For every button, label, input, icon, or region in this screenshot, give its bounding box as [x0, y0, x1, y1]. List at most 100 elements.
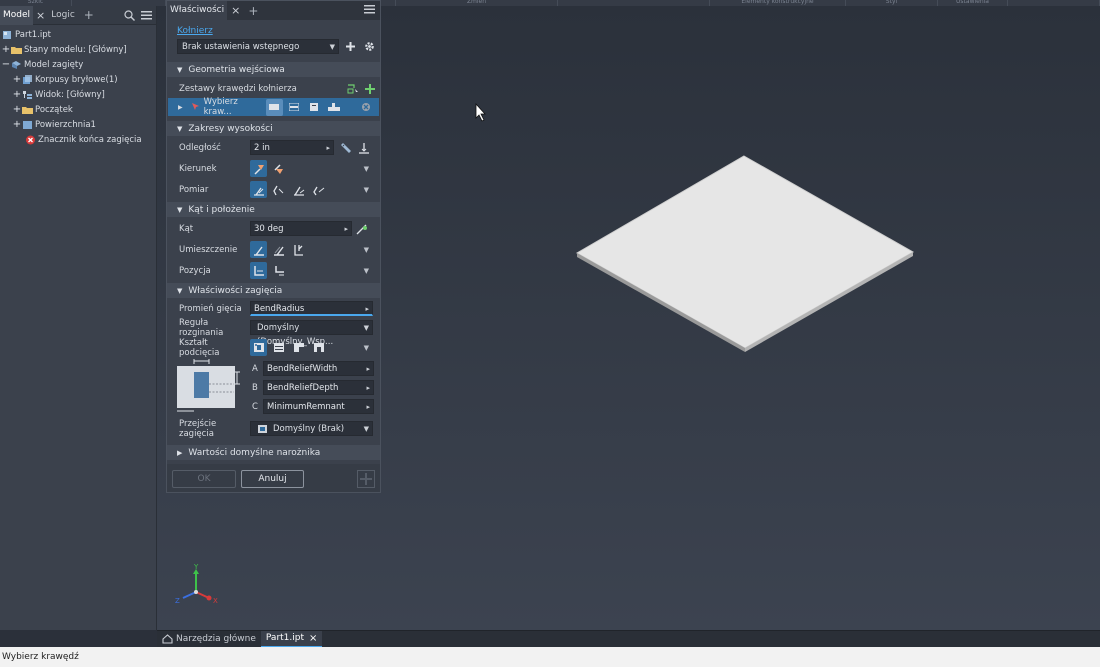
chevron-down-icon[interactable]: ▼	[364, 165, 369, 173]
section-bend-properties[interactable]: ▼ Właściwości zagięcia	[167, 283, 380, 298]
preset-dropdown[interactable]: Brak ustawienia wstępnego ▼	[177, 39, 339, 54]
properties-panel: Właściwości × + Kołnierz Brak ustawienia…	[166, 0, 381, 493]
section-input-geometry[interactable]: ▼ Geometria wejściowa	[167, 62, 380, 77]
flange-chain-mode-icon[interactable]	[326, 99, 343, 116]
tab-part-document[interactable]: Part1.ipt ×	[260, 630, 323, 648]
angle-input[interactable]: 30 deg ▸	[250, 221, 352, 236]
add-edge-set-icon[interactable]	[365, 83, 375, 94]
preset-row: Brak ustawienia wstępnego ▼	[177, 39, 380, 54]
tree-expander[interactable]: +	[12, 74, 22, 85]
clear-selection-icon[interactable]	[361, 102, 371, 112]
chevron-right-icon[interactable]: ▸	[344, 222, 348, 236]
tree-node-origin[interactable]: + Początek	[0, 102, 156, 117]
search-icon[interactable]	[124, 9, 135, 21]
tree-node-surface[interactable]: + Powierzchnia1	[0, 117, 156, 132]
feature-link[interactable]: Kołnierz	[167, 20, 380, 37]
add-tab-icon[interactable]: +	[244, 4, 262, 18]
close-icon[interactable]: ×	[33, 9, 48, 22]
chevron-right-icon[interactable]: ▸	[366, 400, 370, 414]
apply-new-icon[interactable]	[357, 470, 375, 488]
tree-expander[interactable]: +	[12, 89, 22, 100]
face-icon	[23, 120, 32, 129]
menu-icon[interactable]	[364, 4, 375, 14]
chevron-right-icon[interactable]: ▸	[366, 362, 370, 376]
menu-icon[interactable]	[141, 10, 152, 20]
minimum-remnant-input[interactable]: MinimumRemnant ▸	[263, 399, 374, 414]
tree-node-folded-model[interactable]: − Model zagięty	[0, 57, 156, 72]
measure-outer-icon[interactable]	[270, 181, 287, 198]
tree-node-view[interactable]: + Widok: [Główny]	[0, 87, 156, 102]
tree-expander[interactable]: +	[12, 119, 22, 130]
relief-width-input[interactable]: BendReliefWidth ▸	[263, 361, 374, 376]
tree-expander[interactable]: +	[1, 44, 11, 55]
unfold-rule-row: Reguła rozginania Domyślny (Domyślny_Wsp…	[167, 318, 380, 347]
tree-node-solid-bodies[interactable]: + Korpusy bryłowe(1)	[0, 72, 156, 87]
bend-transition-value: Domyślny (Brak)	[273, 424, 345, 434]
position-bend-from-icon[interactable]	[250, 262, 267, 279]
tab-model[interactable]: Model	[0, 5, 34, 25]
solid-bodies-icon	[23, 74, 32, 84]
bend-transition-dropdown[interactable]: Domyślny (Brak) ▼	[250, 421, 373, 436]
chevron-down-icon[interactable]: ▼	[364, 246, 369, 254]
chevron-right-icon[interactable]: ▸	[326, 141, 330, 155]
measure-tool-icon[interactable]	[340, 142, 352, 154]
tab-logic[interactable]: Logic	[48, 6, 78, 25]
add-preset-icon[interactable]	[345, 41, 356, 52]
measure-orthogonal-icon[interactable]	[310, 181, 327, 198]
ok-button[interactable]: OK	[172, 470, 236, 488]
gear-icon[interactable]	[364, 41, 375, 52]
angle-reference-icon[interactable]	[356, 223, 368, 235]
chevron-down-icon[interactable]: ▼	[364, 186, 369, 194]
edge-set-selector-row[interactable]: ▶ Wybierz kraw...	[168, 97, 379, 117]
tree-expander[interactable]: −	[1, 59, 11, 70]
flange-edge-mode-icon[interactable]	[265, 98, 283, 116]
relief-depth-input[interactable]: BendReliefDepth ▸	[263, 380, 374, 395]
relief-default-icon[interactable]	[250, 339, 267, 356]
tree-node-bend-end-marker[interactable]: Znacznik końca zagięcia	[0, 132, 156, 147]
close-icon[interactable]: ×	[309, 630, 317, 647]
placement-inside-icon[interactable]	[250, 241, 267, 258]
distance-to-icon[interactable]	[358, 142, 370, 154]
chevron-down-icon[interactable]: ▼	[364, 344, 369, 352]
bend-radius-input[interactable]: BendRadius ▸	[250, 301, 373, 316]
tab-properties[interactable]: Właściwości	[167, 1, 228, 20]
close-icon[interactable]: ×	[227, 4, 244, 17]
measure-tangent-icon[interactable]	[290, 181, 307, 198]
collapse-icon: ▼	[177, 65, 183, 74]
cancel-button[interactable]: Anuluj	[241, 470, 304, 488]
chevron-down-icon[interactable]: ▼	[364, 267, 369, 275]
relief-tear-icon[interactable]	[310, 339, 327, 356]
chevron-right-icon[interactable]: ▸	[366, 381, 370, 395]
browser-tabs: Model × Logic +	[0, 5, 156, 25]
relief-round-icon[interactable]	[290, 339, 307, 356]
tree-node-model-states[interactable]: + Stany modelu: [Główny]	[0, 42, 156, 57]
collapse-icon: ▼	[177, 205, 183, 214]
tab-home[interactable]: Narzędzia główne	[157, 631, 261, 648]
add-tab-icon[interactable]: +	[78, 8, 100, 22]
sheet-metal-plate[interactable]	[575, 155, 915, 352]
expand-icon[interactable]: ▶	[178, 104, 183, 111]
section-corner-defaults[interactable]: ▶ Wartości domyślne narożnika	[167, 445, 380, 460]
position-label: Pozycja	[179, 265, 211, 276]
placement-adjacent-icon[interactable]	[290, 241, 307, 258]
axis-y-label: Y	[193, 563, 199, 571]
flange-loop-mode-icon[interactable]	[286, 99, 303, 116]
relief-shape-row: Kształt podcięcia ▼	[167, 337, 380, 358]
chevron-right-icon[interactable]: ▸	[365, 302, 369, 316]
tree-expander[interactable]: +	[12, 104, 22, 115]
relief-b-row: B BendReliefDepth ▸	[252, 380, 374, 395]
relief-straight-icon[interactable]	[270, 339, 287, 356]
direction-side-2-icon[interactable]	[270, 160, 287, 177]
section-angle-position[interactable]: ▼ Kąt i położenie	[167, 202, 380, 217]
section-height-extents[interactable]: ▼ Zakresy wysokości	[167, 121, 380, 136]
position-bend-to-icon[interactable]	[270, 262, 287, 279]
unfold-rule-dropdown[interactable]: Domyślny (Domyślny_Wsp... ▼	[250, 320, 373, 347]
tree-node-part[interactable]: Part1.ipt	[0, 27, 156, 42]
edge-select-mode-icon[interactable]	[347, 83, 359, 94]
flange-face-mode-icon[interactable]	[306, 99, 323, 116]
placement-outside-icon[interactable]	[270, 241, 287, 258]
direction-side-1-icon[interactable]	[250, 160, 267, 177]
distance-input[interactable]: 2 in ▸	[250, 140, 334, 155]
select-arrow-icon	[191, 103, 199, 110]
measure-inner-icon[interactable]	[250, 181, 267, 198]
